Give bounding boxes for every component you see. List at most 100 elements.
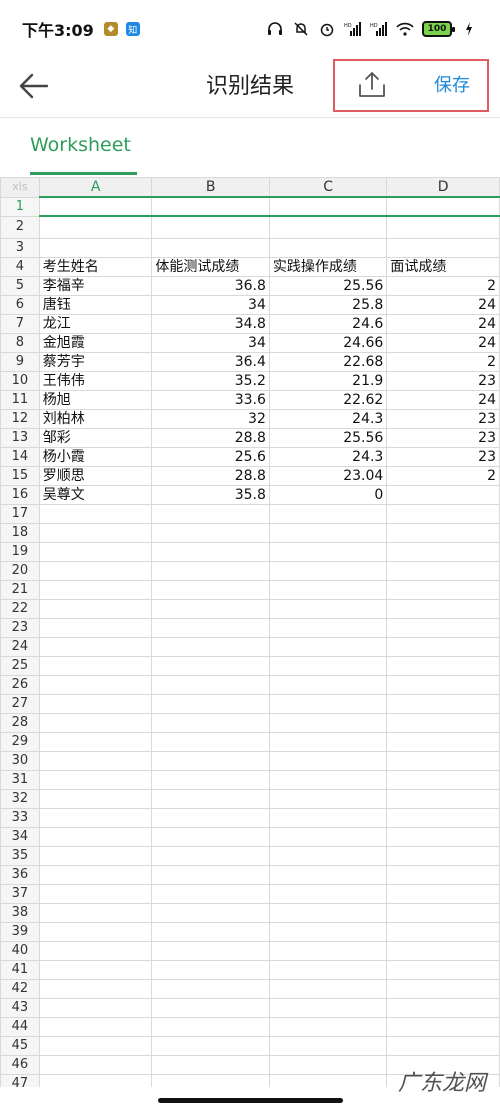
sheet-cell[interactable] <box>38 883 153 904</box>
sheet-cell[interactable] <box>38 674 153 695</box>
sheet-cell[interactable] <box>38 769 153 790</box>
sheet-cell[interactable] <box>151 196 270 217</box>
sheet-cell[interactable]: 25.8 <box>268 294 388 315</box>
row-header[interactable]: 44 <box>0 1016 40 1037</box>
sheet-cell[interactable] <box>386 196 500 217</box>
sheet-cell[interactable]: 25.6 <box>151 446 270 467</box>
sheet-cell[interactable]: 22.68 <box>268 351 388 372</box>
sheet-cell[interactable] <box>151 1035 270 1056</box>
sheet-cell[interactable] <box>268 503 388 524</box>
sheet-cell[interactable] <box>151 215 270 239</box>
sheet-cell[interactable]: 金旭霞 <box>38 332 153 353</box>
sheet-cell[interactable] <box>151 902 270 923</box>
sheet-cell[interactable]: 罗顺思 <box>38 465 153 486</box>
row-header[interactable]: 30 <box>0 750 40 771</box>
sheet-cell[interactable] <box>268 864 388 885</box>
sheet-cell[interactable] <box>151 541 270 562</box>
sheet-cell[interactable]: 22.62 <box>268 389 388 410</box>
sheet-cell[interactable] <box>38 788 153 809</box>
sheet-cell[interactable] <box>268 788 388 809</box>
sheet-cell[interactable] <box>268 845 388 866</box>
row-header[interactable]: 41 <box>0 959 40 980</box>
sheet-cell[interactable] <box>386 541 500 562</box>
sheet-cell[interactable]: 2 <box>386 275 500 296</box>
sheet-cell[interactable]: 2 <box>386 465 500 486</box>
row-header[interactable]: 5 <box>0 275 40 296</box>
sheet-cell[interactable] <box>268 522 388 543</box>
column-header-c[interactable]: C <box>268 177 388 198</box>
sheet-cell[interactable]: 34 <box>151 332 270 353</box>
sheet-cell[interactable]: 23 <box>386 427 500 448</box>
row-header[interactable]: 13 <box>0 427 40 448</box>
sheet-cell[interactable]: 杨旭 <box>38 389 153 410</box>
sheet-cell[interactable] <box>268 1054 388 1075</box>
sheet-cell[interactable]: 25.56 <box>268 275 388 296</box>
sheet-cell[interactable] <box>268 1073 388 1087</box>
sheet-cell[interactable] <box>386 215 500 239</box>
row-header[interactable]: 12 <box>0 408 40 429</box>
sheet-cell[interactable] <box>38 655 153 676</box>
row-header[interactable]: 34 <box>0 826 40 847</box>
sheet-cell[interactable] <box>38 503 153 524</box>
sheet-cell[interactable] <box>151 579 270 600</box>
sheet-cell[interactable] <box>38 579 153 600</box>
sheet-cell[interactable] <box>268 769 388 790</box>
sheet-cell[interactable] <box>151 693 270 714</box>
sheet-cell[interactable]: 刘柏林 <box>38 408 153 429</box>
sheet-cell[interactable] <box>386 636 500 657</box>
sheet-cell[interactable] <box>38 560 153 581</box>
sheet-cell[interactable] <box>386 902 500 923</box>
sheet-cell[interactable]: 33.6 <box>151 389 270 410</box>
sheet-cell[interactable] <box>268 541 388 562</box>
sheet-cell[interactable] <box>151 1016 270 1037</box>
sheet-cell[interactable]: 24.3 <box>268 408 388 429</box>
row-header[interactable]: 6 <box>0 294 40 315</box>
sheet-cell[interactable] <box>386 237 500 258</box>
row-header[interactable]: 24 <box>0 636 40 657</box>
sheet-cell[interactable]: 24.3 <box>268 446 388 467</box>
sheet-cell[interactable] <box>268 712 388 733</box>
sheet-cell[interactable] <box>38 1035 153 1056</box>
column-header-d[interactable]: D <box>386 177 500 198</box>
sheet-cell[interactable] <box>38 750 153 771</box>
sheet-cell[interactable] <box>38 215 153 239</box>
sheet-cell[interactable]: 21.9 <box>268 370 388 391</box>
sheet-cell[interactable]: 24 <box>386 389 500 410</box>
sheet-cell[interactable] <box>268 826 388 847</box>
sheet-cell[interactable] <box>151 731 270 752</box>
sheet-cell[interactable] <box>268 997 388 1018</box>
row-header[interactable]: 17 <box>0 503 40 524</box>
sheet-cell[interactable] <box>38 959 153 980</box>
sheet-cell[interactable] <box>151 883 270 904</box>
sheet-cell[interactable] <box>151 598 270 619</box>
row-header[interactable]: 28 <box>0 712 40 733</box>
sheet-cell[interactable]: 36.4 <box>151 351 270 372</box>
sheet-cell[interactable] <box>268 215 388 239</box>
row-header[interactable]: 16 <box>0 484 40 505</box>
sheet-cell[interactable] <box>268 883 388 904</box>
spreadsheet-grid[interactable]: xls A B C D 1 2 3 4 考生姓名 体能测试成绩 实践操作成绩 面试成绩 5 李福辛… <box>0 177 500 1087</box>
sheet-cell[interactable] <box>386 522 500 543</box>
sheet-cell[interactable] <box>386 883 500 904</box>
sheet-cell[interactable] <box>268 560 388 581</box>
sheet-cell[interactable] <box>268 674 388 695</box>
row-header[interactable]: 43 <box>0 997 40 1018</box>
sheet-cell[interactable] <box>38 1054 153 1075</box>
row-header[interactable]: 15 <box>0 465 40 486</box>
row-header[interactable]: 31 <box>0 769 40 790</box>
row-header[interactable]: 25 <box>0 655 40 676</box>
sheet-cell[interactable] <box>151 750 270 771</box>
row-header[interactable]: 19 <box>0 541 40 562</box>
sheet-cell[interactable] <box>386 655 500 676</box>
sheet-cell[interactable] <box>386 997 500 1018</box>
sheet-cell[interactable]: 0 <box>268 484 388 505</box>
sheet-cell[interactable] <box>386 674 500 695</box>
gesture-nav-bar[interactable] <box>158 1098 343 1103</box>
row-header[interactable]: 35 <box>0 845 40 866</box>
sheet-cell[interactable]: 考生姓名 <box>38 256 153 277</box>
sheet-cell[interactable] <box>151 921 270 942</box>
sheet-cell[interactable] <box>151 826 270 847</box>
row-header[interactable]: 3 <box>0 237 40 258</box>
sheet-cell[interactable]: 34.8 <box>151 313 270 334</box>
sheet-cell[interactable] <box>151 237 270 258</box>
